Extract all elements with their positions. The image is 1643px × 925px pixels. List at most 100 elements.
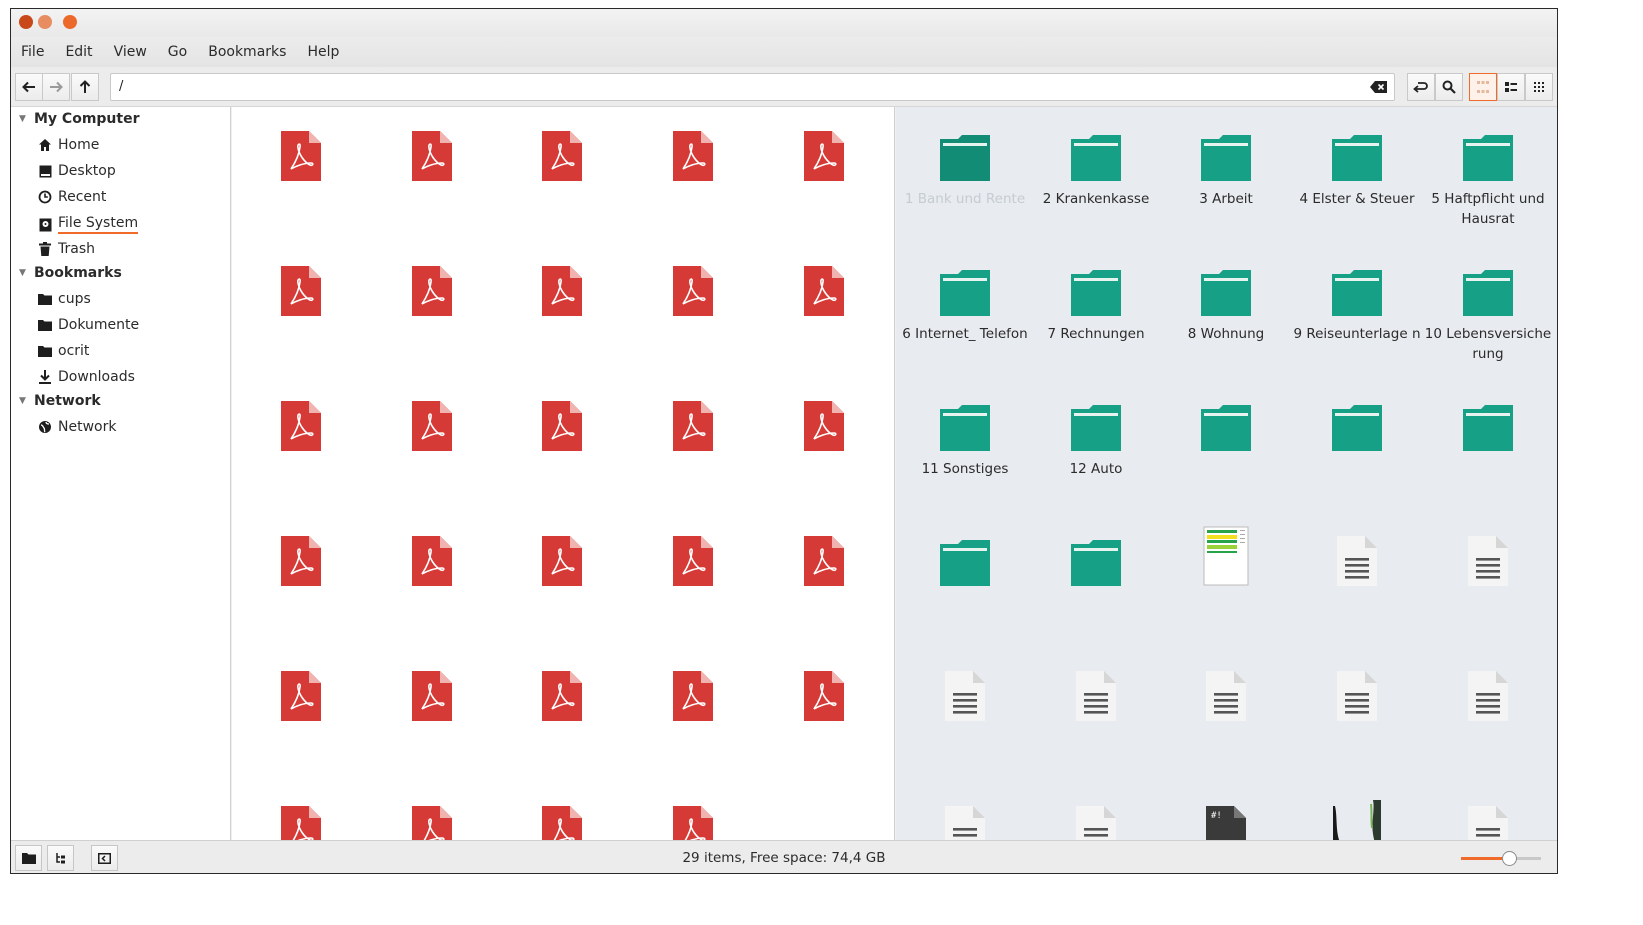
sidebar-item-cups[interactable]: cups bbox=[38, 291, 91, 307]
folder-item[interactable]: 3 Arbeit bbox=[1162, 125, 1290, 209]
file-item[interactable] bbox=[901, 800, 1029, 840]
file-item[interactable] bbox=[760, 260, 888, 316]
file-item[interactable] bbox=[368, 125, 496, 181]
file-item[interactable] bbox=[1293, 800, 1421, 840]
file-item[interactable] bbox=[368, 260, 496, 316]
file-item[interactable] bbox=[368, 395, 496, 451]
folder-item[interactable]: 10 Lebensversiche rung bbox=[1424, 260, 1552, 364]
file-item[interactable] bbox=[237, 665, 365, 721]
file-item[interactable] bbox=[760, 125, 888, 181]
folder-item[interactable]: 2 Krankenkasse bbox=[1032, 125, 1160, 209]
file-item[interactable] bbox=[1293, 530, 1421, 586]
folder-item[interactable] bbox=[1424, 395, 1552, 451]
folder-item[interactable] bbox=[1162, 395, 1290, 451]
zoom-slider[interactable] bbox=[1461, 851, 1541, 866]
menu-help[interactable]: Help bbox=[307, 44, 339, 60]
folder-item[interactable]: 6 Internet_ Telefon bbox=[901, 260, 1029, 344]
folder-item[interactable]: 4 Elster & Steuer bbox=[1293, 125, 1421, 209]
file-item[interactable] bbox=[237, 125, 365, 181]
menu-go[interactable]: Go bbox=[168, 44, 187, 60]
close-window-button[interactable] bbox=[19, 15, 33, 29]
file-item[interactable] bbox=[1162, 526, 1290, 586]
file-item[interactable] bbox=[629, 125, 757, 181]
file-item[interactable]: #! bbox=[1162, 800, 1290, 840]
file-item-icon-area bbox=[1424, 125, 1552, 181]
file-item[interactable] bbox=[498, 800, 626, 840]
file-item[interactable] bbox=[629, 800, 757, 840]
file-item[interactable] bbox=[629, 260, 757, 316]
file-item[interactable] bbox=[498, 530, 626, 586]
file-item[interactable] bbox=[1424, 530, 1552, 586]
folder-item[interactable] bbox=[1032, 530, 1160, 586]
file-item[interactable] bbox=[498, 665, 626, 721]
sidebar-item-desktop[interactable]: Desktop bbox=[38, 163, 116, 179]
folder-item[interactable] bbox=[1293, 395, 1421, 451]
sidebar-item-file-system[interactable]: File System bbox=[38, 215, 139, 234]
icon-view-button[interactable] bbox=[1469, 73, 1497, 101]
file-item[interactable] bbox=[760, 395, 888, 451]
right-file-pane[interactable]: 1 Bank und Rente 2 Krankenkasse 3 Arbeit 4 … bbox=[896, 107, 1557, 840]
search-button[interactable] bbox=[1435, 73, 1463, 101]
folder-item[interactable]: 7 Rechnungen bbox=[1032, 260, 1160, 344]
file-item[interactable] bbox=[368, 530, 496, 586]
file-item[interactable] bbox=[237, 395, 365, 451]
toolbar: / bbox=[11, 67, 1557, 107]
file-item[interactable] bbox=[368, 665, 496, 721]
list-view-button[interactable] bbox=[1497, 73, 1525, 101]
file-item[interactable] bbox=[629, 530, 757, 586]
folder-item[interactable] bbox=[901, 530, 1029, 586]
file-item[interactable] bbox=[1424, 665, 1552, 721]
file-item[interactable] bbox=[237, 530, 365, 586]
file-item[interactable] bbox=[1424, 800, 1552, 840]
minimize-window-button[interactable] bbox=[38, 15, 52, 29]
menu-file[interactable]: File bbox=[21, 44, 44, 60]
zoom-slider-handle[interactable] bbox=[1502, 851, 1517, 866]
file-item[interactable] bbox=[1293, 665, 1421, 721]
folder-item[interactable]: 5 Haftpflicht und Hausrat bbox=[1424, 125, 1552, 229]
clear-location-icon[interactable] bbox=[1370, 81, 1387, 93]
file-item[interactable] bbox=[1162, 665, 1290, 721]
file-item[interactable] bbox=[1032, 665, 1160, 721]
file-item[interactable] bbox=[368, 800, 496, 840]
forward-button[interactable] bbox=[42, 73, 70, 101]
menu-bookmarks[interactable]: Bookmarks bbox=[208, 44, 286, 60]
up-button[interactable] bbox=[71, 73, 99, 101]
menu-edit[interactable]: Edit bbox=[65, 44, 92, 60]
sidebar-item-network[interactable]: Network bbox=[38, 419, 116, 435]
file-item[interactable] bbox=[498, 125, 626, 181]
sidebar-item-dokumente[interactable]: Dokumente bbox=[38, 317, 139, 333]
left-file-pane[interactable] bbox=[232, 107, 895, 840]
folder-item[interactable]: 8 Wohnung bbox=[1162, 260, 1290, 344]
menu-view[interactable]: View bbox=[114, 44, 147, 60]
sidebar-item-trash[interactable]: Trash bbox=[38, 241, 95, 257]
file-item[interactable] bbox=[629, 395, 757, 451]
folder-item[interactable]: 9 Reiseunterlage n bbox=[1293, 260, 1421, 344]
folder-item[interactable]: 11 Sonstiges bbox=[901, 395, 1029, 479]
sidebar-item-ocrit[interactable]: ocrit bbox=[38, 343, 89, 359]
sidebar-item-recent[interactable]: Recent bbox=[38, 189, 106, 205]
file-item[interactable] bbox=[237, 800, 365, 840]
file-item[interactable] bbox=[760, 530, 888, 586]
sidebar-item-downloads[interactable]: Downloads bbox=[38, 369, 135, 385]
folder-icon bbox=[1463, 135, 1513, 181]
location-bar[interactable]: / bbox=[110, 73, 1395, 101]
file-item[interactable] bbox=[1032, 800, 1160, 840]
file-item[interactable] bbox=[498, 260, 626, 316]
back-button[interactable] bbox=[15, 73, 43, 101]
file-item[interactable] bbox=[498, 395, 626, 451]
sidebar-item-home[interactable]: Home bbox=[38, 137, 99, 153]
image-file-icon bbox=[1333, 800, 1381, 840]
pdf-file-icon bbox=[412, 401, 452, 451]
compact-view-button[interactable] bbox=[1525, 73, 1553, 101]
file-item[interactable] bbox=[629, 665, 757, 721]
file-item[interactable] bbox=[760, 665, 888, 721]
file-item[interactable] bbox=[901, 665, 1029, 721]
section-network[interactable]: ▼ Network bbox=[19, 393, 101, 409]
section-my-computer[interactable]: ▼ My Computer bbox=[19, 111, 140, 127]
toggle-location-button[interactable] bbox=[1407, 73, 1435, 101]
file-item[interactable] bbox=[237, 260, 365, 316]
maximize-window-button[interactable] bbox=[63, 15, 77, 29]
folder-item[interactable]: 12 Auto bbox=[1032, 395, 1160, 479]
folder-item[interactable]: 1 Bank und Rente bbox=[901, 125, 1029, 209]
section-bookmarks[interactable]: ▼ Bookmarks bbox=[19, 265, 122, 281]
